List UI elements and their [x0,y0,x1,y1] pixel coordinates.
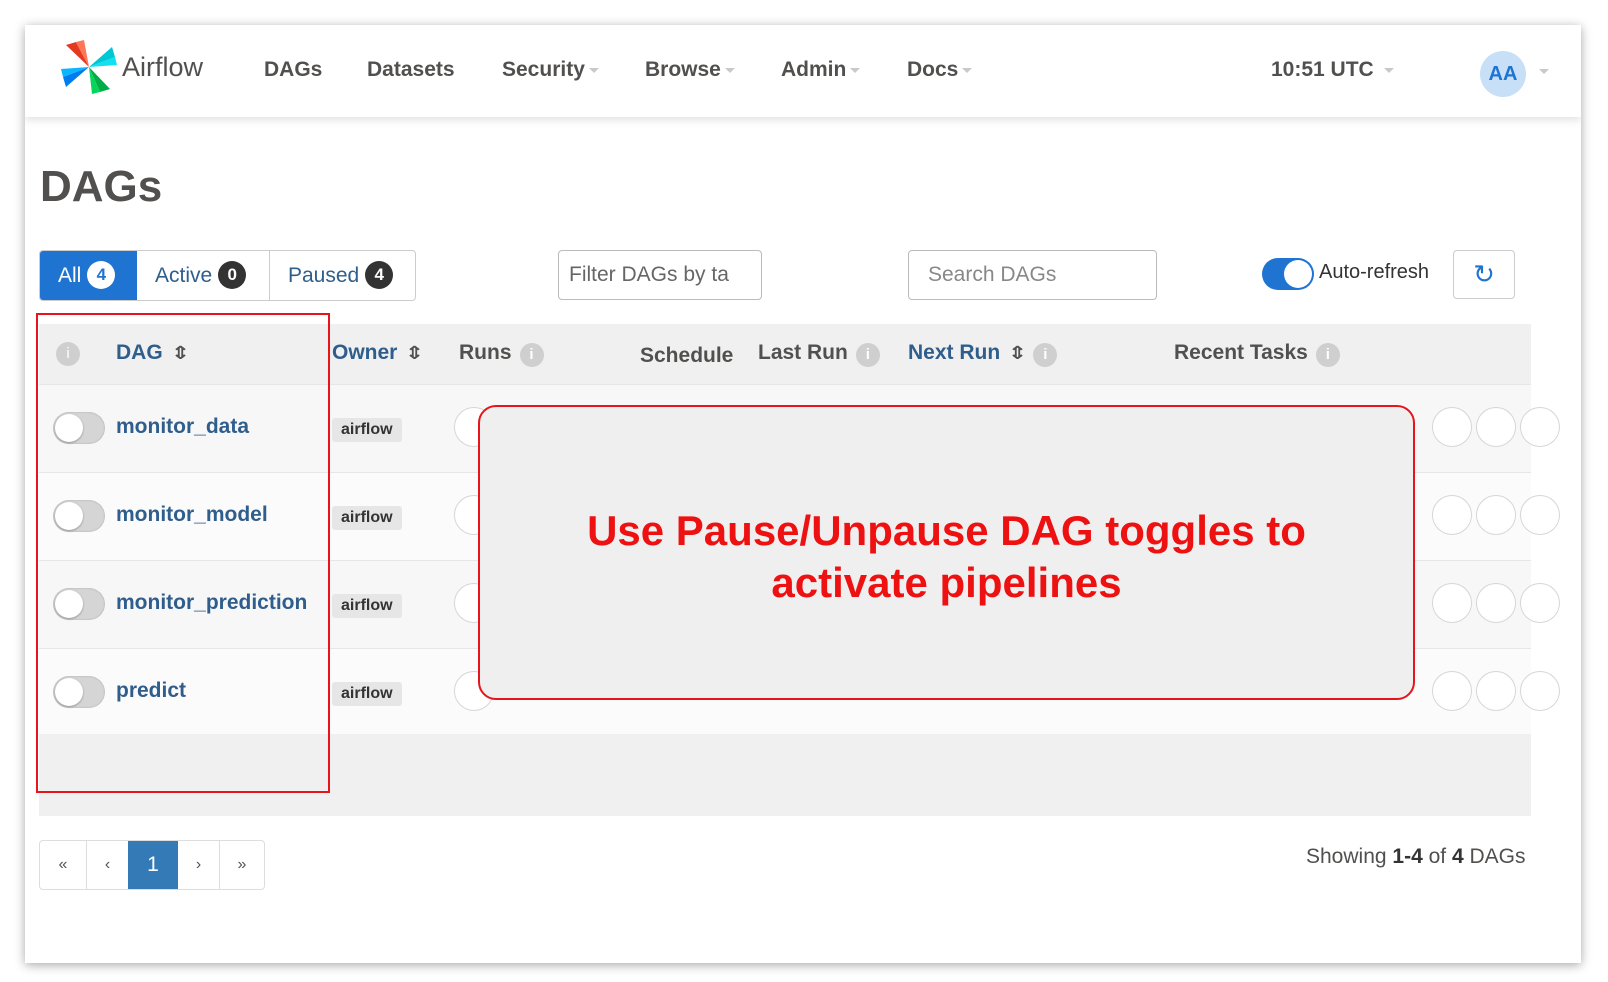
task-status-circle[interactable] [1476,671,1516,711]
first-page-button[interactable]: « [40,841,86,889]
task-status-circle[interactable] [1520,407,1560,447]
tag-filter-input[interactable]: Filter DAGs by ta [558,250,762,300]
annotation-highlight-box [36,313,330,793]
auto-refresh-label: Auto-refresh [1319,261,1430,283]
nav-security[interactable]: Security [502,58,599,82]
task-status-circle[interactable] [1476,407,1516,447]
task-status-circle[interactable] [1520,583,1560,623]
avatar-chevron-down-icon[interactable] [1539,69,1549,74]
status-filter-group: All 4 Active 0 Paused 4 [39,250,416,301]
task-status-circle[interactable] [1520,495,1560,535]
owner-badge[interactable]: airflow [332,506,402,530]
column-header-last-run: Last Run i [758,341,880,367]
task-status-circle[interactable] [1432,671,1472,711]
sort-icon: ⇕ [405,343,425,363]
app-window: Airflow DAGs Datasets Security Browse Ad… [25,25,1581,963]
task-status-circle[interactable] [1432,407,1472,447]
refresh-icon: ↻ [1473,259,1495,289]
info-icon[interactable]: i [855,343,880,367]
nav-docs[interactable]: Docs [907,58,973,82]
column-header-schedule: Schedule [640,344,734,367]
refresh-button[interactable]: ↻ [1453,250,1515,299]
count-badge: 4 [87,261,116,289]
column-header-owner[interactable]: Owner ⇕ [332,341,425,365]
chevron-down-icon [850,67,861,73]
owner-badge[interactable]: airflow [332,418,402,442]
info-icon[interactable]: i [1315,343,1340,367]
pagination: « ‹ 1 › » [39,840,265,890]
search-input[interactable]: Search DAGs [908,250,1157,300]
chevron-down-icon [724,67,735,73]
nav-dags[interactable]: DAGs [264,58,322,82]
auto-refresh-toggle[interactable] [1262,258,1314,290]
page-title: DAGs [40,162,163,211]
annotation-text: Use Pause/Unpause DAG toggles to activat… [587,507,1306,606]
airflow-logo-icon[interactable] [60,39,118,95]
chevron-down-icon [588,67,599,73]
brand-name[interactable]: Airflow [122,52,203,83]
column-header-recent-tasks: Recent Tasks i [1174,341,1340,367]
task-status-circle[interactable] [1476,583,1516,623]
filter-active-button[interactable]: Active 0 [137,251,270,300]
filter-paused-button[interactable]: Paused 4 [270,251,415,300]
info-icon[interactable]: i [1033,343,1058,367]
task-status-circle[interactable] [1520,671,1560,711]
results-summary: Showing 1-4 of 4 DAGs [1306,845,1526,868]
column-header-next-run[interactable]: Next Run ⇕ i [908,341,1058,367]
chevron-down-icon [962,67,973,73]
chevron-down-icon [1383,67,1394,73]
nav-browse[interactable]: Browse [645,58,735,82]
time-dropdown[interactable]: 10:51 UTC [1271,58,1394,82]
top-navbar: Airflow DAGs Datasets Security Browse Ad… [25,25,1581,117]
sort-icon: ⇕ [1007,343,1028,363]
prev-page-button[interactable]: ‹ [86,841,128,889]
column-header-runs: Runs i [459,341,544,367]
filter-all-button[interactable]: All 4 [40,251,137,300]
task-status-circle[interactable] [1432,583,1472,623]
count-badge: 4 [365,261,394,289]
nav-datasets[interactable]: Datasets [367,58,455,82]
nav-admin[interactable]: Admin [781,58,861,82]
next-page-button[interactable]: › [178,841,220,889]
info-icon[interactable]: i [519,343,544,367]
count-badge: 0 [218,261,247,289]
annotation-callout: Use Pause/Unpause DAG toggles to activat… [478,405,1415,700]
owner-badge[interactable]: airflow [332,594,402,618]
user-avatar[interactable]: AA [1480,51,1526,97]
owner-badge[interactable]: airflow [332,682,402,706]
page-1-button[interactable]: 1 [128,841,178,889]
task-status-circle[interactable] [1432,495,1472,535]
task-status-circle[interactable] [1476,495,1516,535]
toggle-knob [1284,260,1312,288]
last-page-button[interactable]: » [220,841,264,889]
